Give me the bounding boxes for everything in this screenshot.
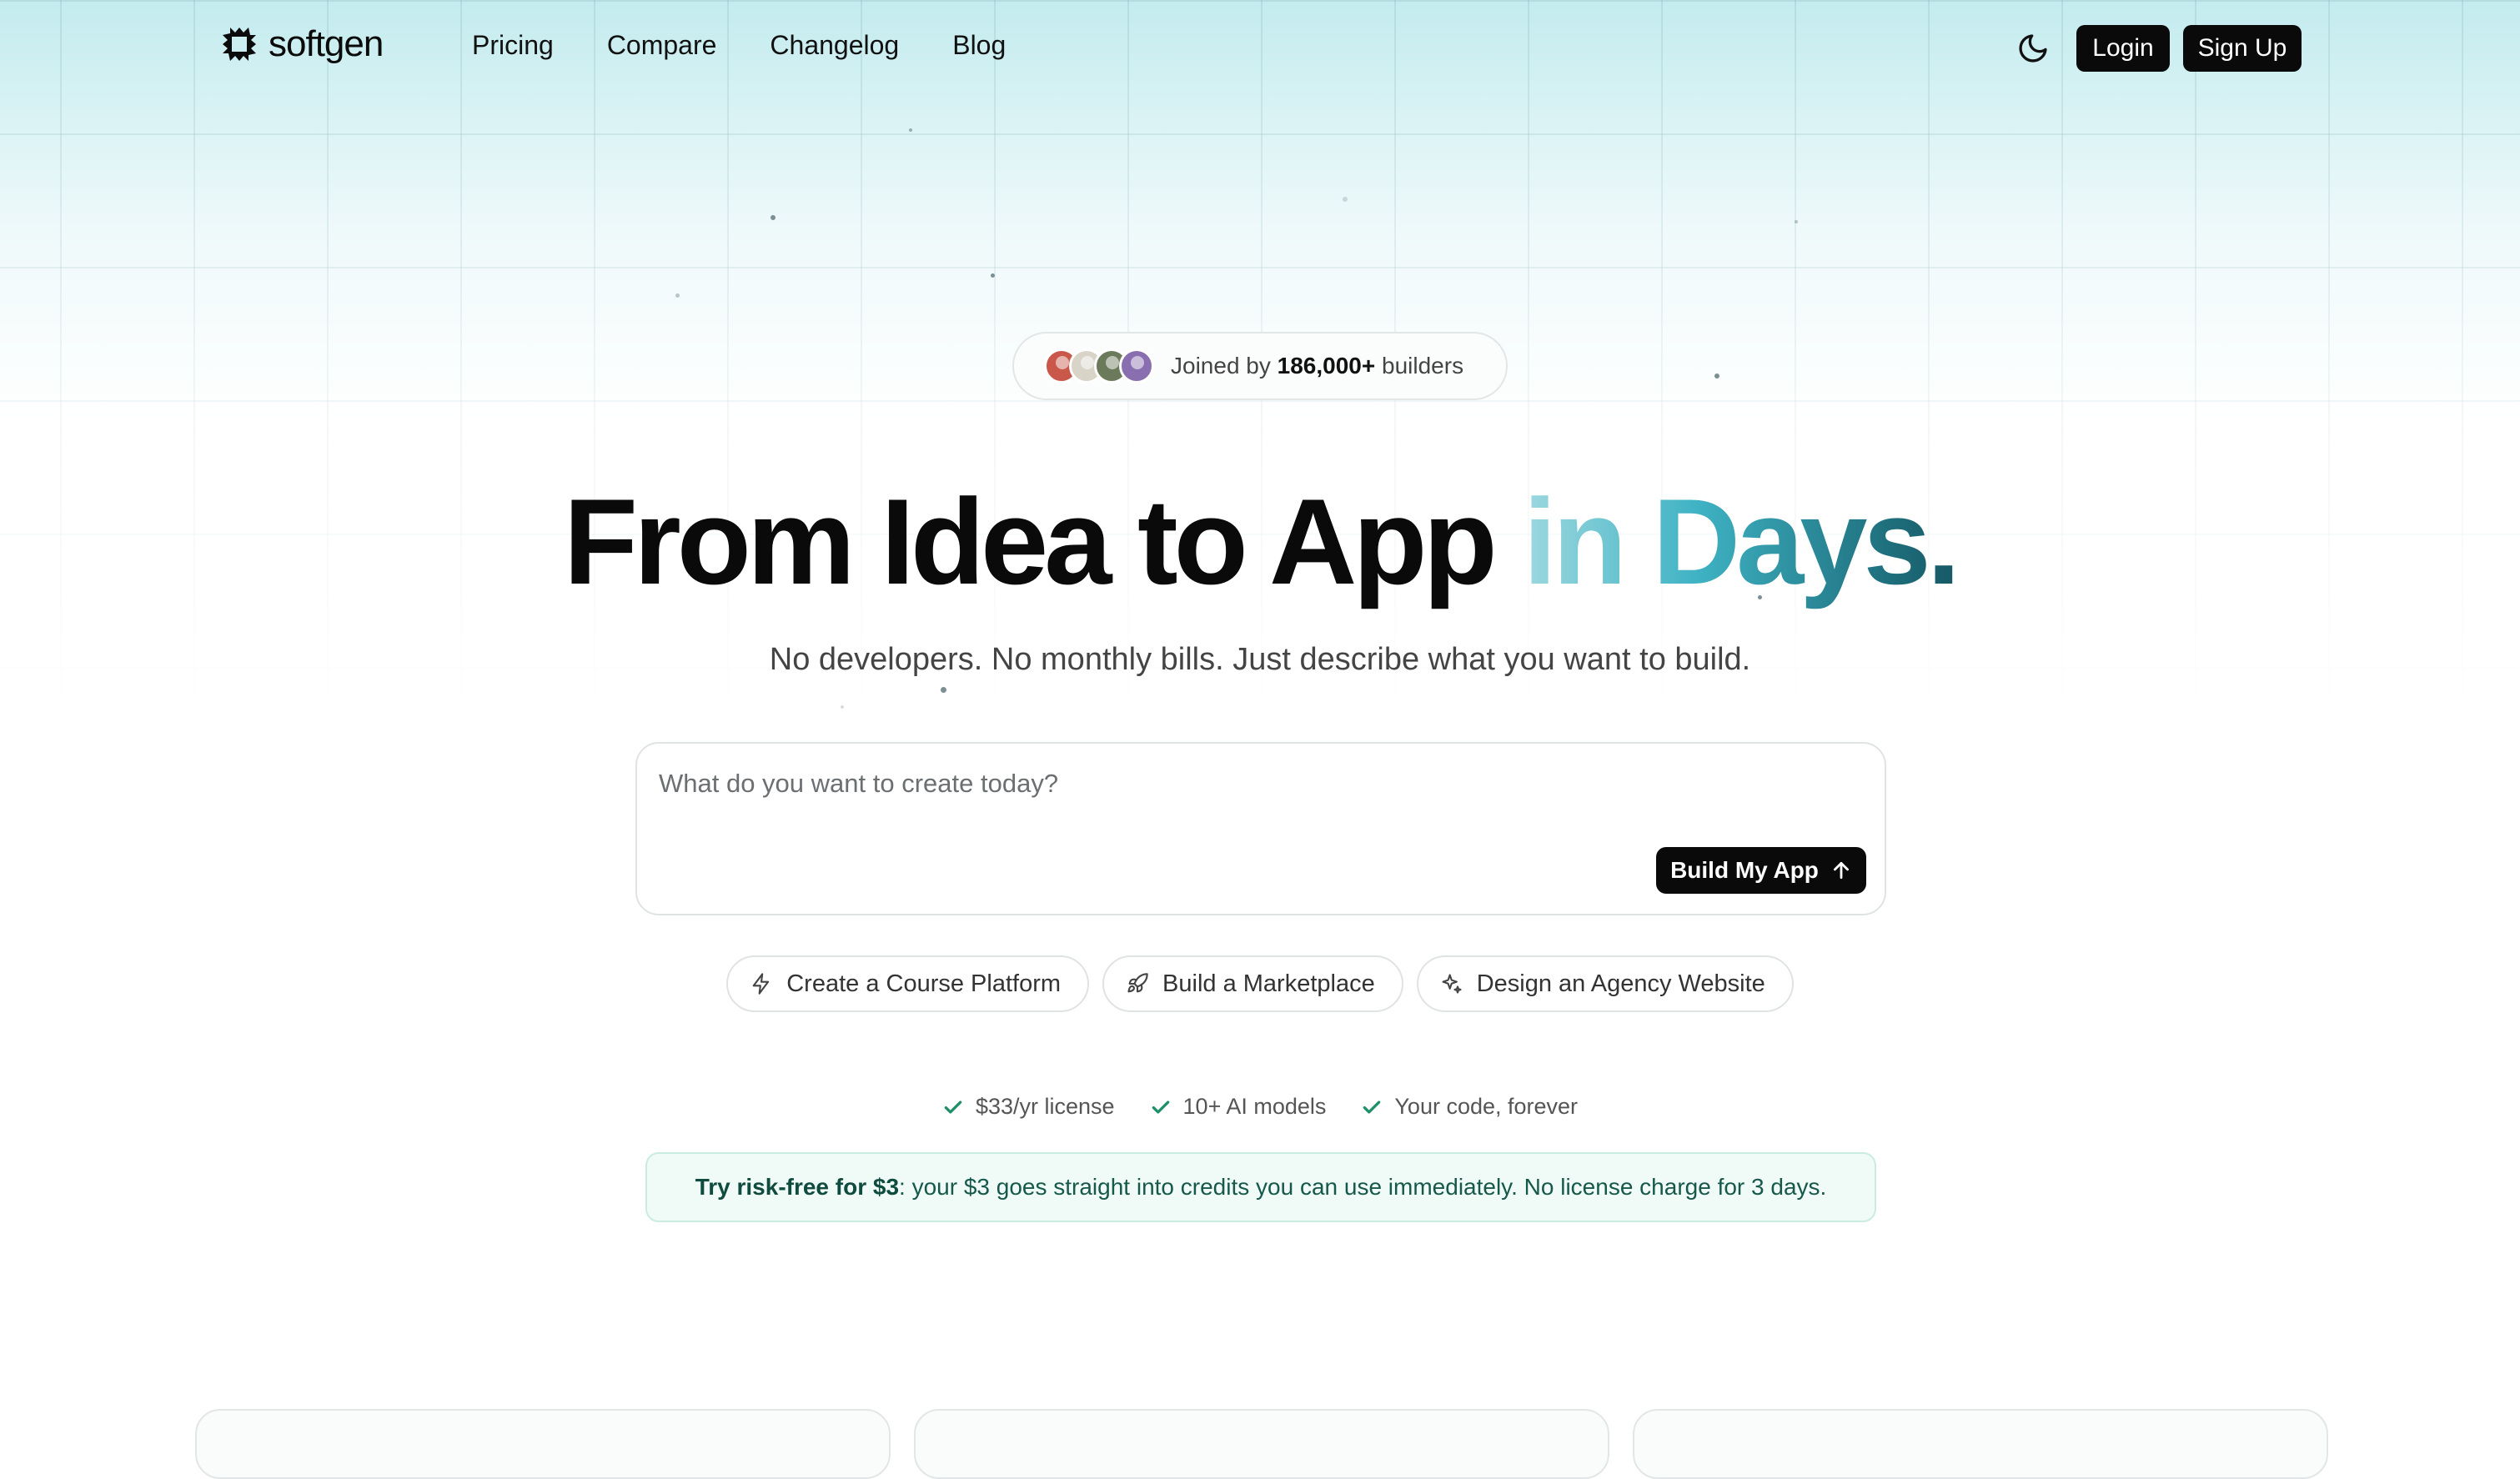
badge-text: Joined by 186,000+ builders	[1171, 353, 1463, 379]
background-dot	[771, 215, 776, 220]
feature-item: $33/yr license	[942, 1094, 1115, 1120]
hero-subtitle: No developers. No monthly bills. Just de…	[769, 642, 1751, 677]
suggestion-chips: Create a Course Platform Build a Marketp…	[0, 955, 2520, 1012]
feature-card	[1633, 1409, 2328, 1479]
login-button[interactable]: Login	[2076, 25, 2170, 72]
signup-button[interactable]: Sign Up	[2183, 25, 2302, 72]
suggestion-course-platform[interactable]: Create a Course Platform	[726, 955, 1090, 1012]
softgen-logo-icon	[223, 28, 256, 61]
feature-item: 10+ AI models	[1150, 1094, 1327, 1120]
nav-link-changelog[interactable]: Changelog	[770, 30, 899, 61]
brand-logo[interactable]: softgen	[218, 23, 384, 65]
social-proof-badge: Joined by 186,000+ builders	[1012, 332, 1508, 400]
background-dot	[675, 293, 680, 298]
nav-link-blog[interactable]: Blog	[952, 30, 1006, 61]
top-navigation: softgen Pricing Compare Changelog Blog L…	[0, 0, 2520, 97]
moon-icon[interactable]	[2016, 32, 2050, 65]
arrow-up-icon	[1833, 861, 1849, 880]
nav-links: Pricing Compare Changelog Blog	[472, 30, 1006, 61]
feature-card	[195, 1409, 891, 1479]
background-dot	[941, 687, 946, 693]
background-dot	[1714, 374, 1719, 379]
sparkles-icon	[1442, 974, 1462, 994]
prompt-box: Build My App	[635, 742, 1886, 915]
suggestion-label: Create a Course Platform	[786, 970, 1062, 997]
hero-title: From Idea to App in Days.	[0, 475, 2520, 609]
brand-name: softgen	[269, 23, 384, 64]
avatar-stack	[1044, 348, 1154, 384]
nav-link-pricing[interactable]: Pricing	[472, 30, 554, 61]
risk-free-text: : your $3 goes straight into credits you…	[899, 1174, 1827, 1200]
suggestion-agency-website[interactable]: Design an Agency Website	[1416, 955, 1794, 1012]
rocket-icon	[1127, 973, 1148, 993]
lightning-icon	[752, 973, 770, 995]
suggestion-label: Design an Agency Website	[1476, 970, 1765, 997]
feature-list: $33/yr license 10+ AI models Your code, …	[0, 1094, 2520, 1120]
background-dot	[1795, 220, 1798, 223]
prompt-input[interactable]	[657, 762, 1661, 805]
background-dot	[1343, 197, 1348, 202]
risk-free-notice: Try risk-free for $3: your $3 goes strai…	[645, 1152, 1876, 1222]
feature-label: 10+ AI models	[1182, 1094, 1327, 1119]
badge-suffix: builders	[1382, 353, 1464, 379]
avatar	[1119, 348, 1154, 384]
background-dot	[841, 705, 844, 709]
badge-prefix: Joined by	[1171, 353, 1271, 379]
check-icon	[1363, 1100, 1381, 1114]
nav-link-compare[interactable]: Compare	[607, 30, 717, 61]
feature-label: Your code, forever	[1394, 1094, 1579, 1119]
background-dot	[991, 273, 995, 278]
feature-card	[914, 1409, 1609, 1479]
feature-item: Your code, forever	[1361, 1094, 1578, 1120]
background-dot	[909, 128, 912, 132]
check-icon	[1152, 1100, 1169, 1114]
hero-title-main: From Idea to App	[563, 474, 1498, 609]
risk-free-headline: Try risk-free for $3	[695, 1174, 900, 1200]
builder-count: 186,000+	[1277, 353, 1376, 379]
feature-label: $33/yr license	[975, 1094, 1115, 1119]
suggestion-label: Build a Marketplace	[1162, 970, 1375, 997]
hero-title-accent: in Days.	[1523, 474, 1960, 609]
build-button-label: Build My App	[1670, 857, 1819, 883]
build-my-app-button[interactable]: Build My App	[1656, 847, 1866, 894]
check-icon	[944, 1100, 962, 1114]
suggestion-marketplace[interactable]: Build a Marketplace	[1102, 955, 1403, 1012]
